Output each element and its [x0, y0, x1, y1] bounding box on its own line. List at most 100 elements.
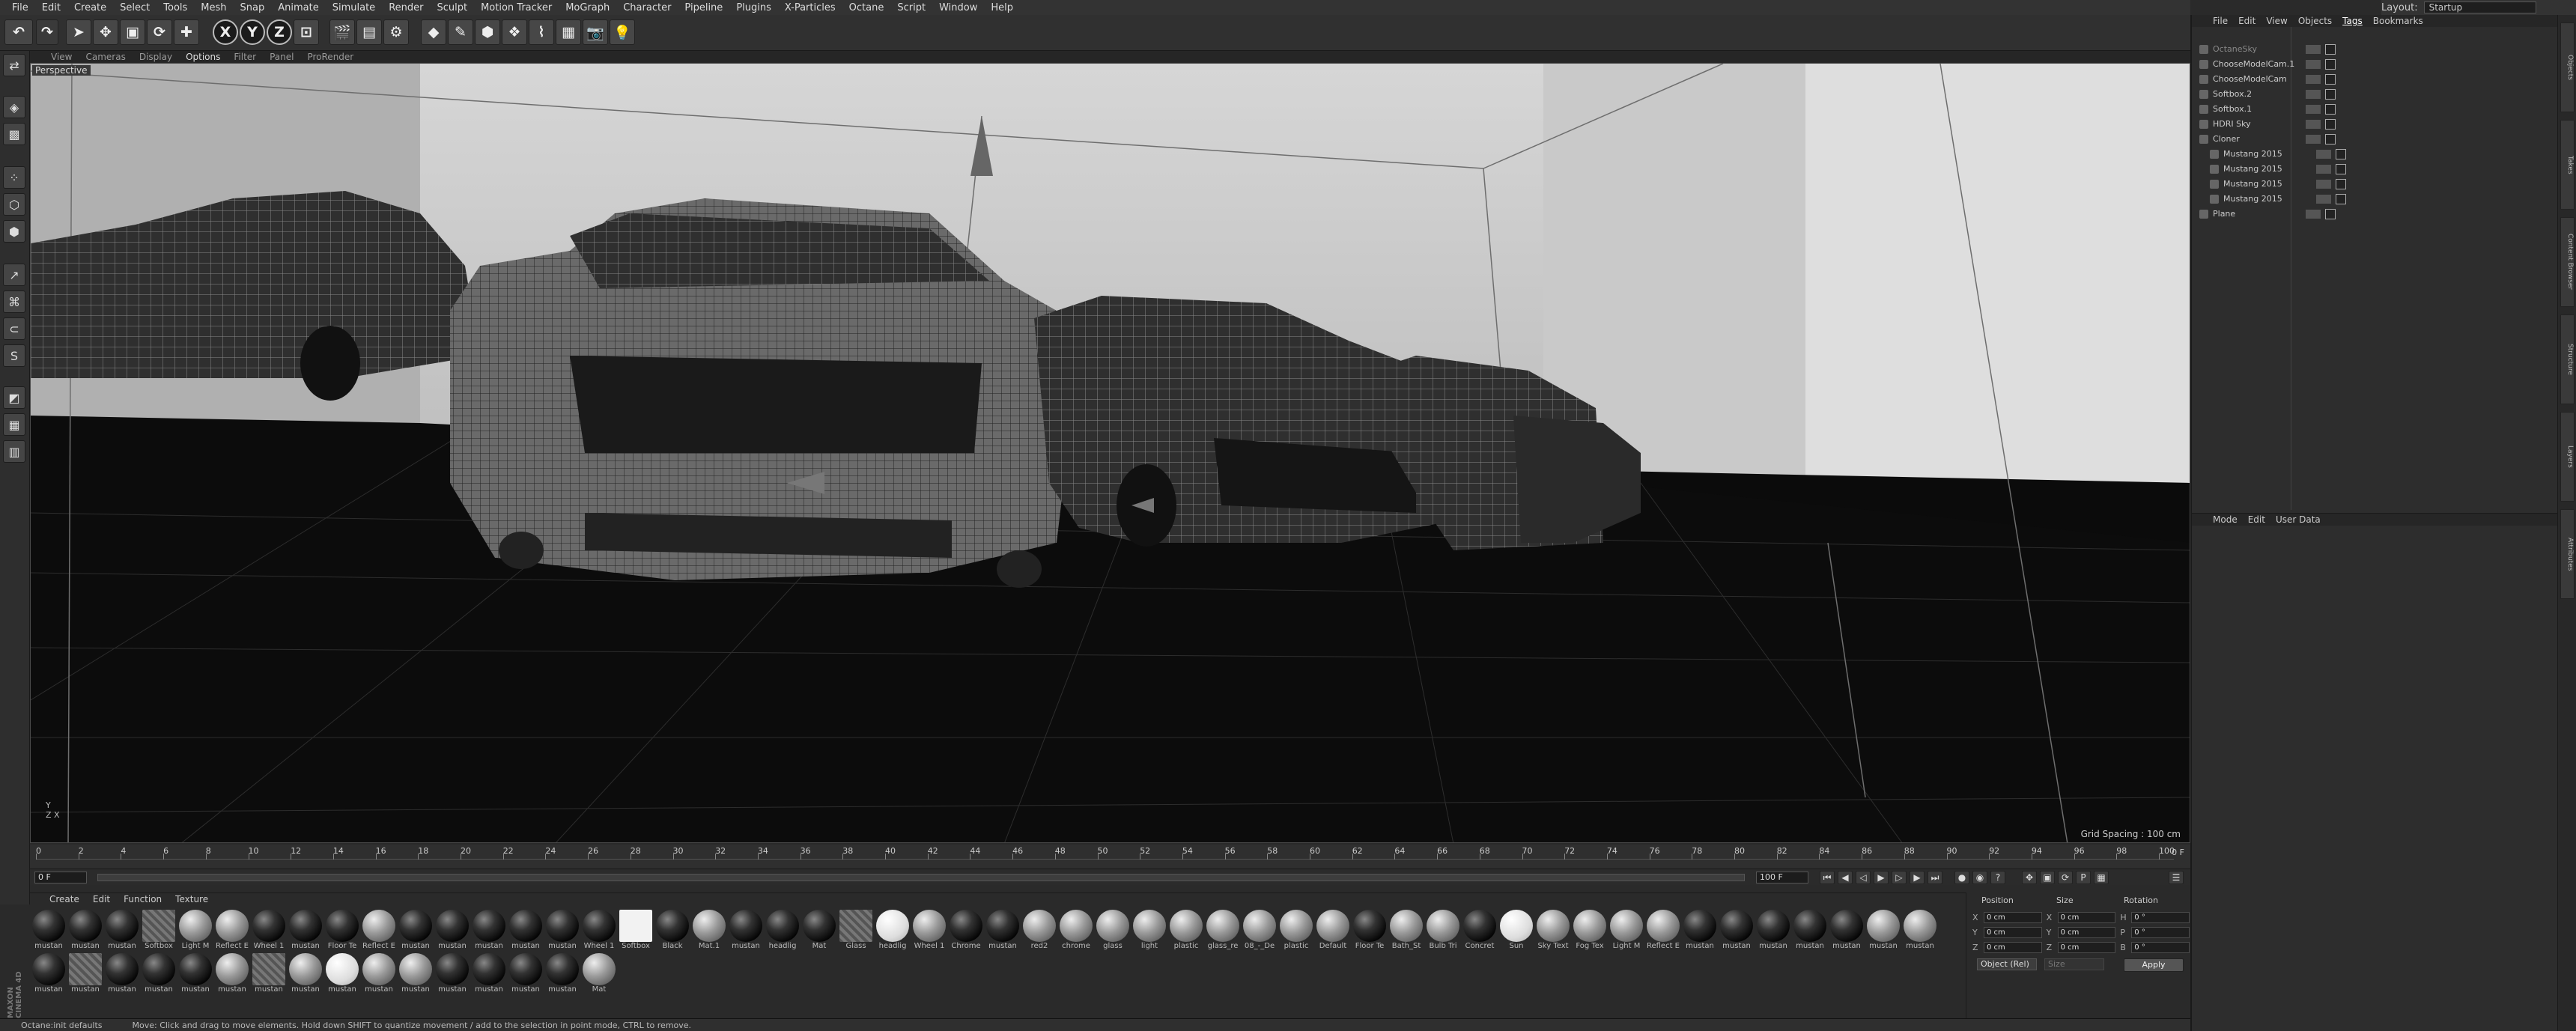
- material-preview-ball[interactable]: [1206, 910, 1239, 943]
- material-swatch[interactable]: Mat: [582, 953, 616, 994]
- material-preview-ball[interactable]: [913, 910, 946, 943]
- material-preview-ball[interactable]: [106, 910, 139, 943]
- material-preview-ball[interactable]: [583, 910, 616, 943]
- visibility-flags-icon[interactable]: [2316, 194, 2331, 204]
- end-frame-field[interactable]: 100 F: [1756, 872, 1808, 884]
- object-row[interactable]: Mustang 2015: [2199, 162, 2551, 176]
- material-preview-ball[interactable]: [656, 910, 689, 943]
- object-menu-bookmarks[interactable]: Bookmarks: [2373, 16, 2423, 26]
- material-preview-ball[interactable]: [252, 953, 285, 986]
- material-swatch[interactable]: Bulb Tri: [1426, 910, 1460, 950]
- material-swatch[interactable]: Softbox: [142, 910, 176, 950]
- material-swatch[interactable]: Bath_St: [1389, 910, 1424, 950]
- material-preview-ball[interactable]: [619, 910, 652, 943]
- object-menu-tags[interactable]: Tags: [2342, 16, 2363, 26]
- timeline-window-icon[interactable]: ☰: [2169, 871, 2184, 884]
- material-preview-ball[interactable]: [142, 910, 175, 943]
- side-tab-content-browser[interactable]: Content Browser: [2560, 217, 2575, 307]
- visibility-flags-icon[interactable]: [2316, 149, 2331, 159]
- object-row[interactable]: ChooseModelCam: [2199, 72, 2551, 86]
- z-axis-lock-button[interactable]: Z: [267, 19, 292, 45]
- object-tag-icon[interactable]: [2325, 43, 2336, 55]
- workplane-icon[interactable]: ◩: [3, 386, 25, 409]
- side-tab-objects[interactable]: Objects: [2560, 22, 2575, 112]
- material-preview-ball[interactable]: [1500, 910, 1533, 943]
- array-generator-icon[interactable]: ❖: [502, 19, 527, 45]
- next-frame-icon[interactable]: ▷: [1892, 871, 1907, 884]
- material-preview-ball[interactable]: [950, 910, 982, 943]
- material-swatch[interactable]: Wheel 1: [912, 910, 947, 950]
- material-preview-ball[interactable]: [473, 953, 505, 986]
- material-swatch[interactable]: headlig: [875, 910, 910, 950]
- visibility-flags-icon[interactable]: [2306, 134, 2321, 144]
- material-preview-ball[interactable]: [509, 910, 542, 943]
- material-preview-ball[interactable]: [1353, 910, 1386, 943]
- material-swatch[interactable]: Mat: [802, 910, 836, 950]
- material-preview-ball[interactable]: [1867, 910, 1900, 943]
- snap-icon[interactable]: ⊂: [3, 317, 25, 340]
- material-swatch[interactable]: mustan: [985, 910, 1020, 950]
- material-swatch[interactable]: Black: [655, 910, 690, 950]
- material-swatch[interactable]: glass: [1096, 910, 1130, 950]
- go-to-start-icon[interactable]: ⏮: [1820, 871, 1835, 884]
- menu-create[interactable]: Create: [68, 2, 112, 13]
- material-preview-ball[interactable]: [1573, 910, 1606, 943]
- axis-mode-icon[interactable]: ↗: [3, 264, 25, 286]
- material-swatch[interactable]: mustan: [1866, 910, 1901, 950]
- menu-window[interactable]: Window: [933, 2, 983, 13]
- material-preview-ball[interactable]: [1316, 910, 1349, 943]
- material-swatch[interactable]: Wheel 1: [252, 910, 286, 950]
- visibility-flags-icon[interactable]: [2306, 89, 2321, 99]
- material-preview-ball[interactable]: [1830, 910, 1863, 943]
- attribute-menu-mode[interactable]: Mode: [2213, 514, 2238, 525]
- object-tag-icon[interactable]: [2336, 178, 2346, 189]
- tweak-mode-icon[interactable]: ⌘: [3, 291, 25, 313]
- menu-simulate[interactable]: Simulate: [326, 2, 381, 13]
- material-swatch[interactable]: mustan: [288, 953, 323, 994]
- material-swatch[interactable]: mustan: [435, 953, 470, 994]
- material-swatch[interactable]: mustan: [31, 910, 66, 950]
- material-preview-ball[interactable]: [326, 953, 359, 986]
- material-preview-ball[interactable]: [1720, 910, 1753, 943]
- apply-button[interactable]: Apply: [2124, 958, 2184, 972]
- material-preview-ball[interactable]: [839, 910, 872, 943]
- points-mode-icon[interactable]: ⁘: [3, 166, 25, 189]
- material-preview-ball[interactable]: [1243, 910, 1276, 943]
- move-tool-icon[interactable]: ✥: [93, 19, 118, 45]
- material-preview-ball[interactable]: [399, 953, 432, 986]
- material-preview-ball[interactable]: [399, 910, 432, 943]
- play-icon[interactable]: ▶: [1874, 871, 1889, 884]
- material-preview-ball[interactable]: [803, 910, 836, 943]
- material-menu-create[interactable]: Create: [49, 894, 79, 904]
- timeline-ruler[interactable]: 0 2 4 6 8 10 12 14 16 18 20 22 24 26 28 30 32 34 36 38 40 42 4…: [36, 846, 2175, 860]
- material-preview-ball[interactable]: [1683, 910, 1716, 943]
- viewport-menu-filter[interactable]: Filter: [234, 52, 256, 62]
- material-menu-edit[interactable]: Edit: [93, 894, 110, 904]
- grid-icon[interactable]: ▥: [3, 440, 25, 463]
- material-swatch[interactable]: Reflect E: [362, 910, 396, 950]
- material-swatch[interactable]: light: [1132, 910, 1167, 950]
- material-swatch[interactable]: mustan: [362, 953, 396, 994]
- material-preview-ball[interactable]: [436, 953, 469, 986]
- menu-character[interactable]: Character: [617, 2, 677, 13]
- object-menu-file[interactable]: File: [2213, 16, 2228, 26]
- material-swatch[interactable]: mustan: [1756, 910, 1790, 950]
- object-row[interactable]: ChooseModelCam.1: [2199, 57, 2551, 71]
- lock-workplane-icon[interactable]: ▦: [3, 413, 25, 436]
- material-preview-ball[interactable]: [1757, 910, 1790, 943]
- visibility-flags-icon[interactable]: [2316, 179, 2331, 189]
- light-icon[interactable]: 💡: [610, 19, 635, 45]
- position-field[interactable]: 0 cm: [1983, 926, 2042, 938]
- x-axis-lock-button[interactable]: X: [213, 19, 238, 45]
- object-row[interactable]: Mustang 2015: [2199, 177, 2551, 191]
- material-swatch[interactable]: headlig: [765, 910, 800, 950]
- material-swatch[interactable]: mustan: [68, 953, 103, 994]
- material-preview-ball[interactable]: [1647, 910, 1680, 943]
- floor-scene-icon[interactable]: ▦: [556, 19, 581, 45]
- material-preview-ball[interactable]: [546, 953, 579, 986]
- render-view-icon[interactable]: 🎬: [329, 19, 355, 45]
- material-preview-ball[interactable]: [69, 953, 102, 986]
- attribute-menu-user-data[interactable]: User Data: [2276, 514, 2321, 525]
- menu-tools[interactable]: Tools: [157, 2, 193, 13]
- visibility-flags-icon[interactable]: [2306, 119, 2321, 129]
